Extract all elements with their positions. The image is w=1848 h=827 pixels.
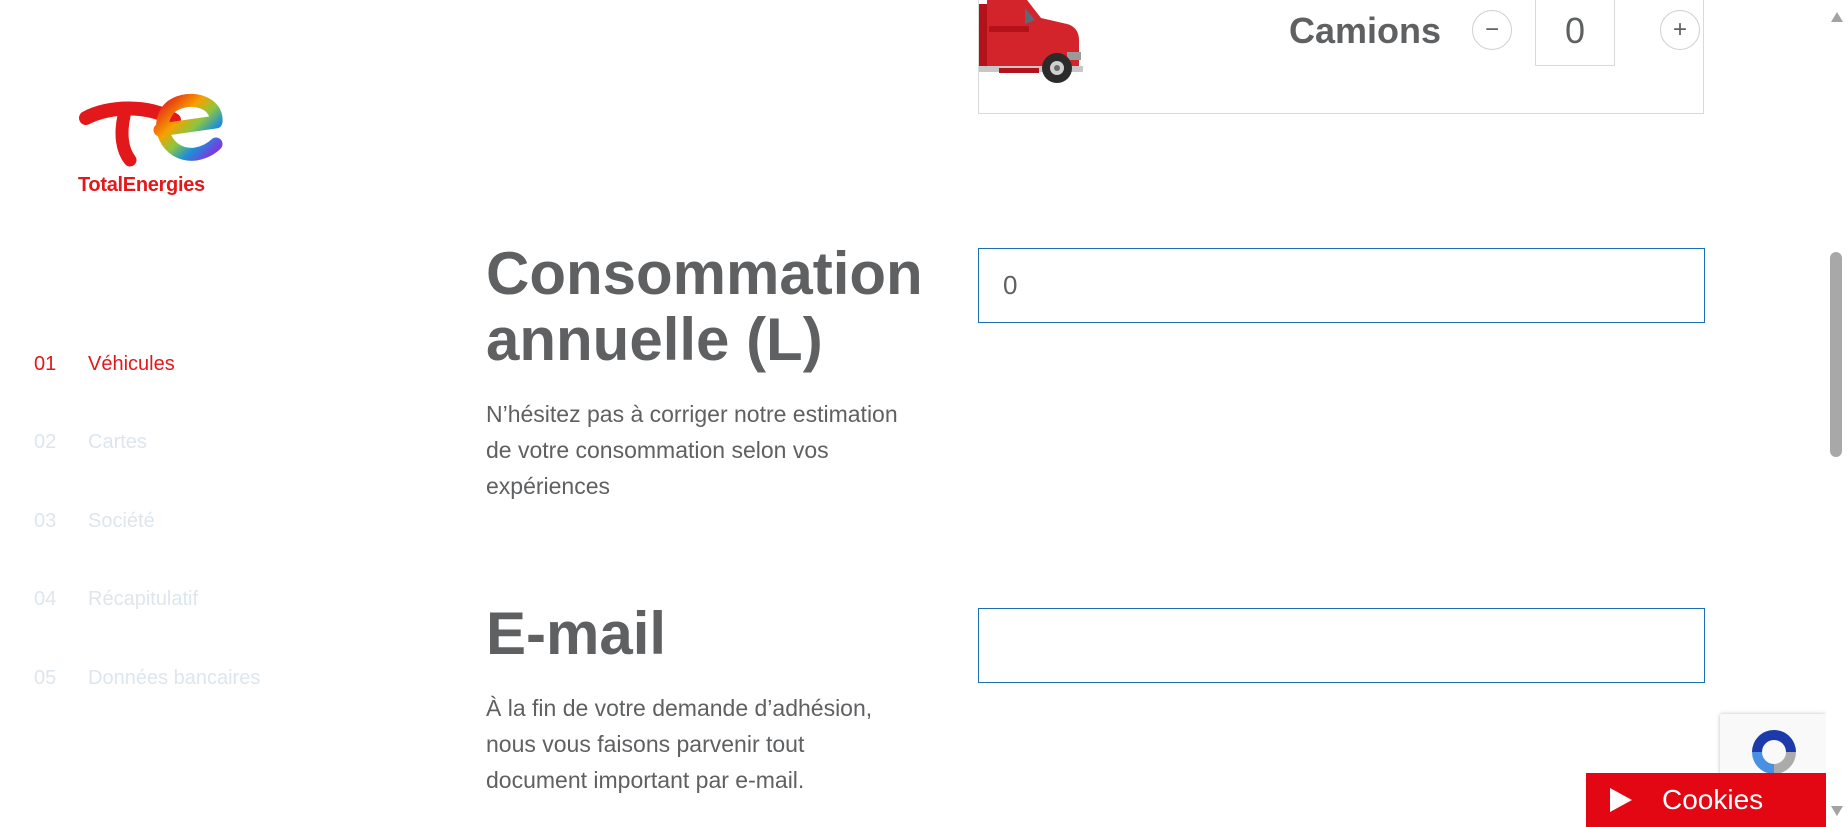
step-vehicules[interactable]: 01 Véhicules [34,350,175,378]
cookies-button[interactable]: Cookies [1586,773,1826,827]
consumption-title-line2: annuelle (L) [486,306,823,373]
step-donnees-bancaires[interactable]: 05 Données bancaires [34,664,260,692]
step-number: 01 [34,352,57,375]
play-icon [1610,788,1632,812]
vehicle-card-camions: Camions − 0 + [978,0,1704,114]
scroll-thumb[interactable] [1830,252,1842,457]
recaptcha-icon [1752,730,1796,774]
step-number: 03 [34,509,57,532]
step-recapitulatif[interactable]: 04 Récapitulatif [34,585,198,613]
increment-button[interactable]: + [1660,10,1700,50]
minus-icon: − [1484,16,1499,43]
scroll-down-icon[interactable] [1831,806,1843,816]
vehicle-count-field[interactable]: 0 [1535,0,1615,66]
cookies-label: Cookies [1662,784,1764,815]
step-label: Données bancaires [88,666,261,689]
decrement-button[interactable]: − [1472,10,1512,50]
page-scrollbar[interactable] [1826,0,1848,827]
logo-mark-icon [79,93,223,167]
step-label: Récapitulatif [88,587,199,610]
page: TotalEnergies 01 Véhicules 02 Cartes 03 … [0,0,1848,827]
step-number: 02 [34,430,57,453]
consumption-description: N’hésitez pas à corriger notre estimatio… [486,401,898,499]
step-label: Cartes [88,430,147,453]
email-description: À la fin de votre demande d’adhésion, no… [486,695,873,793]
consumption-input[interactable] [978,248,1705,323]
consumption-title-line1: Consommation [486,240,923,307]
step-societe[interactable]: 03 Société [34,507,155,535]
email-input[interactable] [978,608,1705,683]
scroll-up-icon[interactable] [1831,12,1843,22]
step-number: 05 [34,666,57,689]
step-label: Société [88,509,155,532]
step-label: Véhicules [88,352,175,375]
plus-icon: + [1672,16,1687,43]
totalenergies-logo[interactable]: TotalEnergies [78,92,224,198]
step-cartes[interactable]: 02 Cartes [34,428,147,456]
logo-text: TotalEnergies [78,174,205,196]
step-number: 04 [34,587,57,610]
red-truck-icon [979,0,1083,83]
consumption-title: Consommation annuelle (L) [486,241,923,373]
vehicle-type-label: Camions [1289,10,1442,51]
email-title: E-mail [486,600,667,667]
